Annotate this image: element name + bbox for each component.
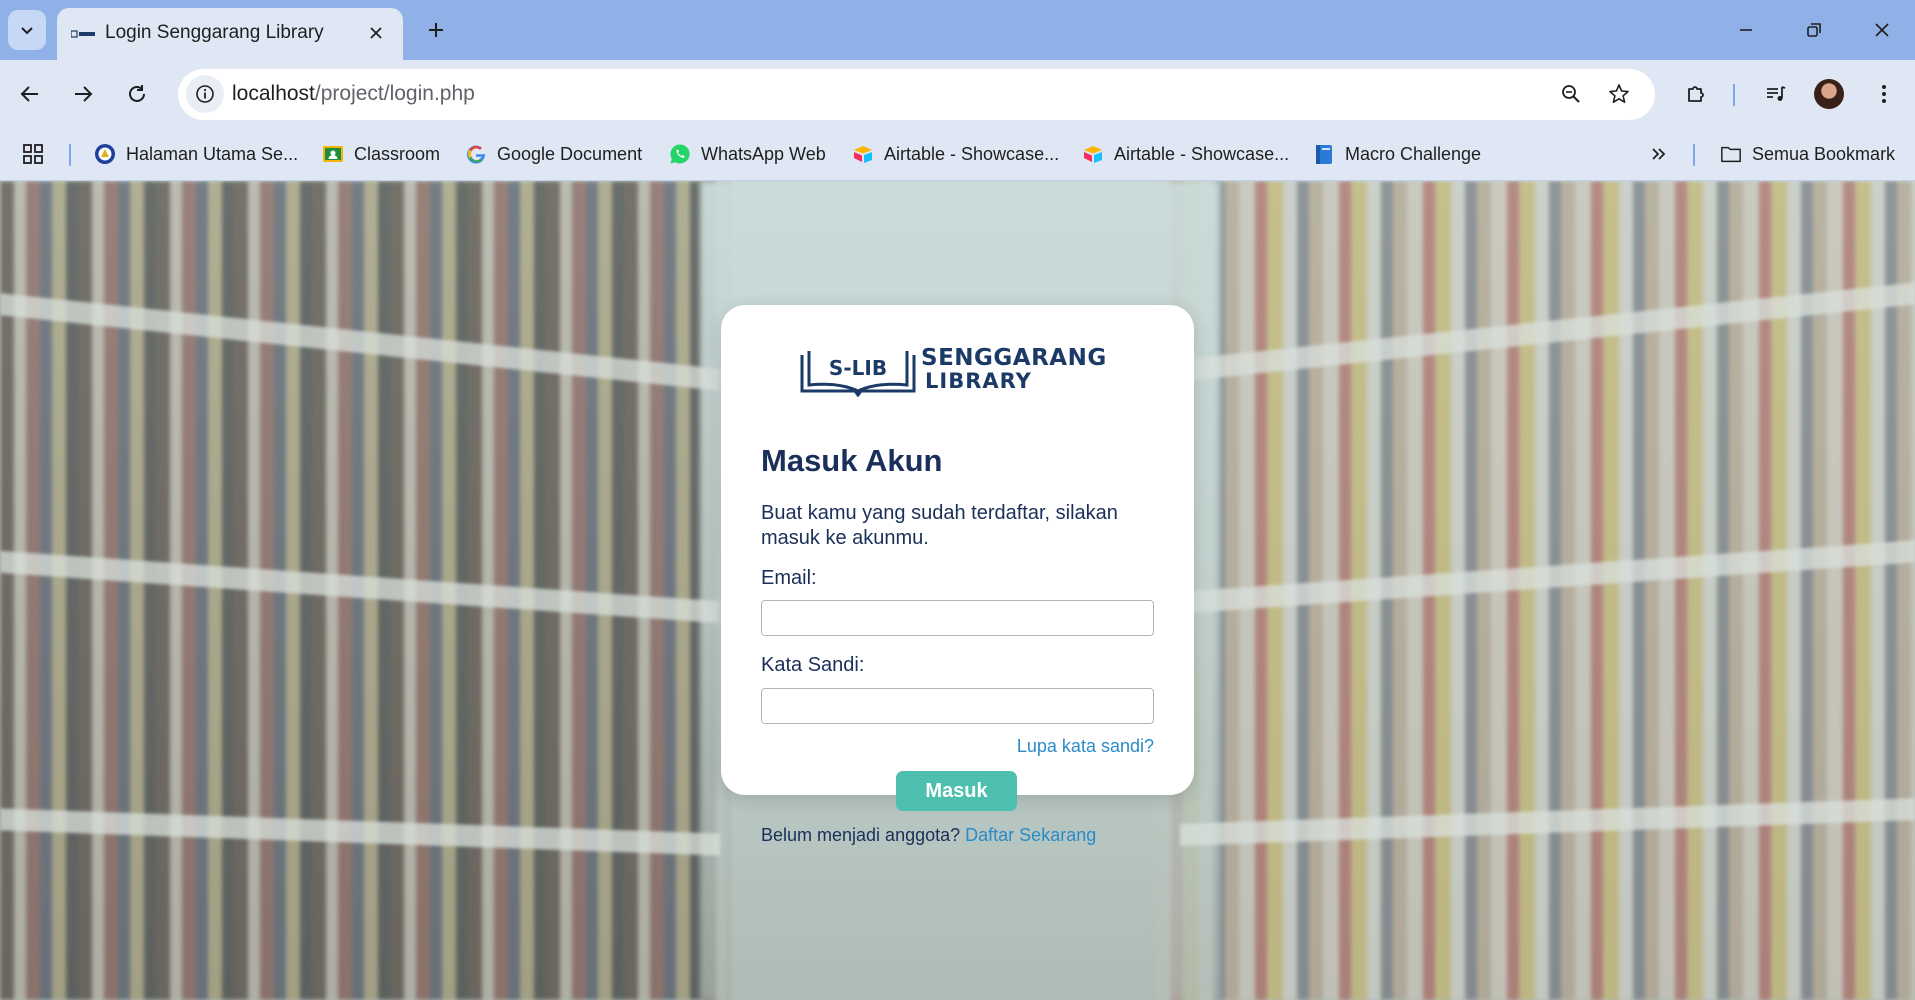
bookmark-classroom[interactable]: Classroom — [322, 139, 440, 169]
tab-search-button[interactable] — [8, 10, 46, 50]
bookmark-divider — [69, 144, 71, 166]
bookmark-airtable-1[interactable]: Airtable - Showcase... — [852, 139, 1059, 169]
double-chevron-right-icon — [1648, 143, 1670, 165]
bookmark-google-document[interactable]: Google Document — [465, 139, 642, 169]
close-icon — [370, 27, 382, 39]
toolbar-divider — [1733, 84, 1735, 106]
site-favicon-icon — [71, 30, 95, 38]
url-host: localhost — [232, 82, 315, 105]
close-window-button[interactable] — [1862, 12, 1902, 48]
restore-button[interactable] — [1794, 12, 1834, 48]
minimize-icon — [1740, 29, 1752, 31]
tab-close-button[interactable] — [363, 20, 389, 46]
back-button[interactable] — [11, 75, 49, 113]
browser-menu-button[interactable] — [1865, 75, 1903, 113]
arrow-right-icon — [75, 86, 93, 102]
forgot-password-link[interactable]: Lupa kata sandi? — [1017, 736, 1154, 757]
site-info-button[interactable] — [186, 75, 224, 113]
bookmark-divider — [1693, 144, 1695, 166]
page-viewport: S-LIB SENGGARANG LIBRARY Masuk Akun Buat… — [0, 181, 1915, 1000]
logo-line2: LIBRARY — [925, 369, 1032, 393]
media-controls-button[interactable] — [1757, 75, 1795, 113]
circle-logo-icon — [94, 143, 116, 165]
apps-button[interactable] — [22, 139, 44, 169]
zoom-button[interactable] — [1554, 77, 1588, 111]
apps-grid-icon — [22, 143, 44, 165]
register-prompt-text: Belum menjadi anggota? — [761, 825, 961, 845]
zoom-icon — [1562, 85, 1580, 103]
playlist-icon — [1767, 86, 1786, 101]
new-tab-button[interactable] — [420, 14, 452, 46]
bookmarks-bar: Halaman Utama Se... Classroom Google Doc… — [0, 129, 1915, 181]
bookmark-halaman-utama[interactable]: Halaman Utama Se... — [94, 139, 298, 169]
bookmark-airtable-2[interactable]: Airtable - Showcase... — [1082, 139, 1289, 169]
logo-mark-text: S-LIB — [829, 356, 887, 380]
puzzle-icon — [1688, 86, 1704, 102]
bookmark-label: Airtable - Showcase... — [884, 143, 1060, 164]
star-icon — [1609, 84, 1629, 103]
close-icon — [1875, 23, 1889, 37]
bookmark-whatsapp-web[interactable]: WhatsApp Web — [669, 139, 826, 169]
airtable-icon — [1082, 143, 1104, 165]
chevron-down-icon — [21, 27, 33, 35]
profile-avatar[interactable] — [1814, 79, 1844, 109]
email-field[interactable] — [761, 600, 1154, 636]
senggarang-library-logo: S-LIB SENGGARANG LIBRARY — [799, 345, 1111, 397]
arrow-left-icon — [20, 86, 38, 102]
airtable-icon — [852, 143, 874, 165]
bookmark-label: Macro Challenge — [1345, 143, 1482, 164]
login-subtitle: Buat kamu yang sudah terdaftar, silakan … — [761, 502, 1118, 549]
bookmark-label: Google Document — [497, 143, 643, 164]
more-vertical-icon — [1882, 85, 1886, 103]
url-text: localhost/project/login.php — [232, 82, 475, 106]
email-label: Email: — [761, 567, 817, 589]
book-icon — [1313, 143, 1335, 165]
password-field[interactable] — [761, 688, 1154, 724]
register-prompt: Belum menjadi anggota? Daftar Sekarang — [761, 825, 1096, 846]
open-book-logo-icon: S-LIB — [800, 351, 916, 397]
google-g-icon — [465, 143, 487, 165]
login-card: S-LIB SENGGARANG LIBRARY Masuk Akun Buat… — [721, 305, 1194, 845]
url-path: /project/login.php — [314, 82, 475, 105]
login-title: Masuk Akun — [761, 443, 943, 478]
bookmark-label: Halaman Utama Se... — [126, 143, 299, 164]
logo-line1: SENGGARANG — [921, 345, 1107, 371]
bookmark-label: Airtable - Showcase... — [1114, 143, 1290, 164]
reload-button[interactable] — [118, 75, 156, 113]
all-bookmarks-label: Semua Bookmark — [1752, 143, 1896, 164]
minimize-button[interactable] — [1726, 12, 1766, 48]
classroom-icon — [322, 143, 344, 165]
tab-title: Login Senggarang Library — [105, 22, 324, 43]
bookmark-macro-challenge[interactable]: Macro Challenge — [1313, 139, 1481, 169]
tab-strip: Login Senggarang Library — [0, 0, 1915, 60]
info-icon — [196, 85, 214, 103]
register-link[interactable]: Daftar Sekarang — [965, 825, 1096, 845]
more-bookmarks-button[interactable] — [1648, 139, 1670, 169]
address-bar[interactable]: localhost/project/login.php — [178, 69, 1655, 120]
all-bookmarks-button[interactable]: Semua Bookmark — [1720, 139, 1895, 169]
restore-icon — [1807, 23, 1821, 37]
password-label: Kata Sandi: — [761, 654, 865, 676]
extensions-button[interactable] — [1677, 75, 1715, 113]
active-tab[interactable]: Login Senggarang Library — [57, 8, 403, 60]
bookmark-label: Classroom — [354, 143, 441, 164]
bookmark-star-button[interactable] — [1602, 77, 1636, 111]
plus-icon — [429, 23, 443, 37]
bookmark-label: WhatsApp Web — [701, 143, 826, 164]
whatsapp-icon — [669, 143, 691, 165]
login-button[interactable]: Masuk — [896, 771, 1017, 811]
folder-icon — [1720, 143, 1742, 165]
browser-toolbar: localhost/project/login.php — [0, 60, 1915, 129]
forward-button[interactable] — [64, 75, 102, 113]
reload-icon — [129, 85, 145, 102]
